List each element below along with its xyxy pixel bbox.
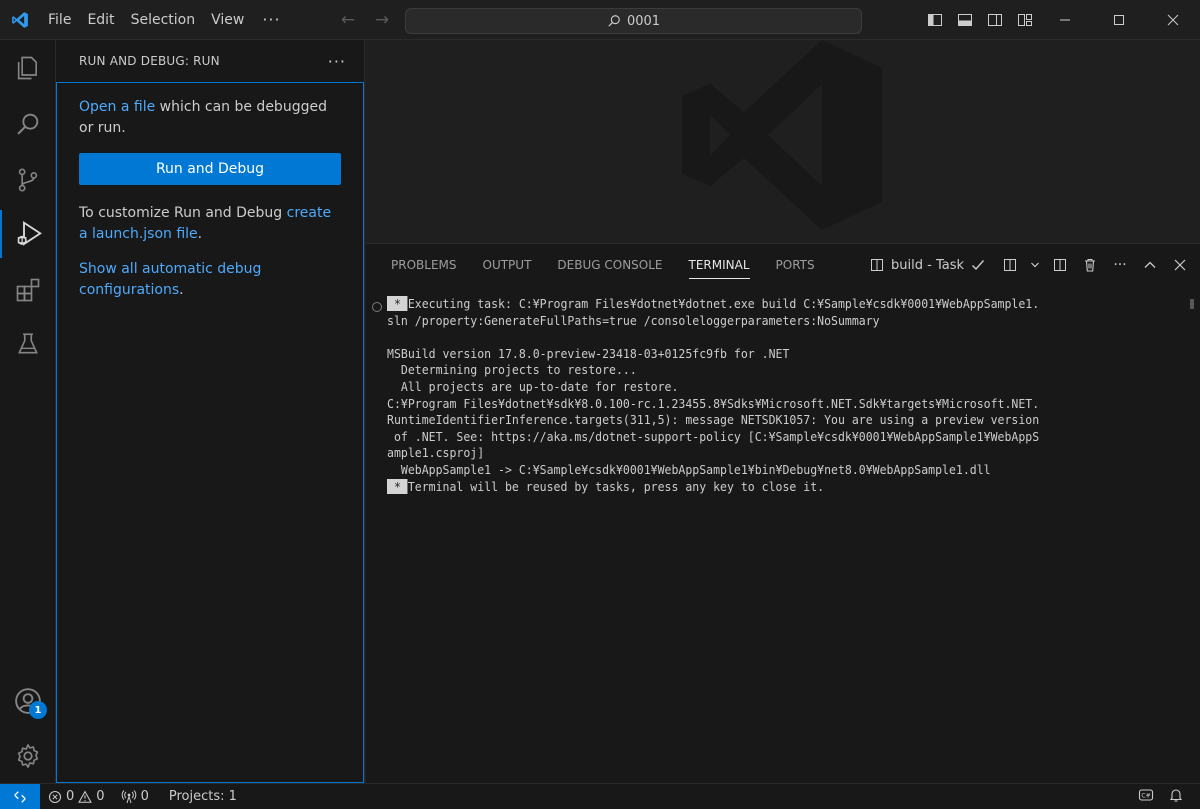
toggle-primary-sidebar-icon[interactable] xyxy=(925,10,945,30)
layout-controls xyxy=(925,0,1035,40)
terminal-line: C:¥Program Files¥dotnet¥sdk¥8.0.100-rc.1… xyxy=(387,395,1040,411)
sidebar-more-icon[interactable]: ··· xyxy=(328,52,346,71)
close-panel-icon[interactable] xyxy=(1170,255,1190,275)
tab-terminal[interactable]: TERMINAL xyxy=(676,244,763,286)
extensions-icon[interactable] xyxy=(0,266,56,314)
show-configs-end: . xyxy=(179,282,184,298)
arrow-right-icon[interactable]: → xyxy=(372,10,392,30)
projects-indicator[interactable]: Projects: 1 xyxy=(161,789,245,804)
vscode-watermark-logo xyxy=(682,40,882,230)
broadcast-icon xyxy=(121,789,136,803)
terminal-line: RuntimeIdentifierInference.targets(311,5… xyxy=(387,412,1040,428)
toggle-secondary-sidebar-icon[interactable] xyxy=(985,10,1005,30)
customize-text-start: To customize Run and Debug xyxy=(79,205,287,221)
vscode-logo xyxy=(0,0,40,40)
maximize-icon[interactable] xyxy=(1092,0,1146,40)
close-icon[interactable] xyxy=(1146,0,1200,40)
terminal-line: * Terminal will be reused by tasks, pres… xyxy=(387,478,825,494)
show-automatic-debug-configurations-link[interactable]: Show all automatic debug configurations xyxy=(79,261,261,298)
manage-gear-icon[interactable] xyxy=(0,732,56,780)
tab-debug-console[interactable]: DEBUG CONSOLE xyxy=(544,244,675,286)
toggle-panel-icon[interactable] xyxy=(955,10,975,30)
terminal-line: WebAppSample1 -> C:¥Sample¥csdk¥0001¥Web… xyxy=(387,461,991,477)
menu-selection[interactable]: Selection xyxy=(123,0,204,40)
terminal-line: * Executing task: C:¥Program Files¥dotne… xyxy=(387,296,1040,311)
menu-bar: File Edit Selection View ··· xyxy=(40,0,291,40)
terminal-name: build - Task xyxy=(891,257,964,273)
minimize-icon[interactable] xyxy=(1038,0,1092,40)
sidebar-title: RUN AND DEBUG: RUN xyxy=(79,54,220,68)
customize-layout-icon[interactable] xyxy=(1015,10,1035,30)
search-text: 0001 xyxy=(626,13,661,29)
activity-bar: 1 xyxy=(0,40,56,783)
warning-count: 0 xyxy=(96,789,105,804)
ports-indicator[interactable]: 0 xyxy=(113,789,157,804)
bottom-panel: PROBLEMS OUTPUT DEBUG CONSOLE TERMINAL P… xyxy=(366,243,1200,783)
window-controls xyxy=(1038,0,1200,40)
split-editor-icon[interactable] xyxy=(1050,255,1070,275)
tab-ports[interactable]: PORTS xyxy=(763,244,828,286)
sidebar-header: RUN AND DEBUG: RUN ··· xyxy=(56,40,364,82)
tab-output[interactable]: OUTPUT xyxy=(470,244,545,286)
ports-count: 0 xyxy=(140,789,149,804)
run-and-debug-icon[interactable] xyxy=(0,210,56,258)
tab-problems[interactable]: PROBLEMS xyxy=(378,244,470,286)
terminal-line: All projects are up-to-date for restore. xyxy=(387,378,679,394)
source-control-icon[interactable] xyxy=(0,156,56,204)
panel-tabs: PROBLEMS OUTPUT DEBUG CONSOLE TERMINAL P… xyxy=(378,244,828,286)
accounts-icon[interactable] xyxy=(0,677,56,725)
terminal-line: of .NET. See: https://aka.ms/dotnet-supp… xyxy=(387,428,1040,444)
search-icon xyxy=(608,15,620,27)
trash-icon[interactable] xyxy=(1080,255,1100,275)
accounts-badge: 1 xyxy=(29,701,47,719)
split-terminal-icon[interactable] xyxy=(1000,255,1020,275)
terminal-line: ample1.csproj] xyxy=(387,445,485,461)
menu-view[interactable]: View xyxy=(203,0,252,40)
explorer-icon[interactable] xyxy=(0,44,56,92)
terminal-selector[interactable]: build - Task xyxy=(869,257,986,273)
menu-file[interactable]: File xyxy=(40,0,79,40)
panel-actions: build - Task ··· xyxy=(869,244,1190,286)
navigation-arrows: ← → xyxy=(338,0,392,40)
editor-area xyxy=(366,40,1200,243)
remote-indicator-icon[interactable] xyxy=(0,783,40,809)
error-icon xyxy=(48,790,62,803)
terminal-task-marker: * xyxy=(387,296,408,311)
terminal-line: sln /property:GenerateFullPaths=true /co… xyxy=(387,312,880,328)
search-icon[interactable] xyxy=(0,100,56,148)
menu-more-icon[interactable]: ··· xyxy=(252,0,290,40)
notifications-bell-icon[interactable] xyxy=(1168,787,1184,807)
title-bar: File Edit Selection View ··· ← → 0001 xyxy=(0,0,1200,40)
sidebar-run-and-debug: RUN AND DEBUG: RUN ··· Open a file which… xyxy=(56,40,365,783)
terminal-line: MSBuild version 17.8.0-preview-23418-03+… xyxy=(387,345,790,361)
run-and-debug-button[interactable]: Run and Debug xyxy=(79,153,341,185)
csharp-icon[interactable]: C# xyxy=(1138,787,1154,807)
terminal-scrollbar[interactable] xyxy=(1190,299,1194,309)
terminal-output[interactable]: * Executing task: C:¥Program Files¥dotne… xyxy=(366,296,1186,776)
more-actions-icon[interactable]: ··· xyxy=(1110,255,1130,275)
svg-text:C#: C# xyxy=(1141,793,1150,800)
testing-icon[interactable] xyxy=(0,320,56,368)
open-file-text: Open a file which can be debugged or run… xyxy=(79,97,341,139)
terminal-split-view-icon xyxy=(871,259,884,271)
command-center-search[interactable]: 0001 xyxy=(405,8,862,34)
maximize-panel-icon[interactable] xyxy=(1140,255,1160,275)
terminal-task-marker: * xyxy=(387,478,408,494)
arrow-left-icon[interactable]: ← xyxy=(338,10,358,30)
terminal-line: Determining projects to restore... xyxy=(387,362,637,378)
menu-edit[interactable]: Edit xyxy=(79,0,122,40)
show-configs-text: Show all automatic debug configurations. xyxy=(79,259,341,301)
status-bar-right: C# xyxy=(1138,784,1200,809)
open-file-link[interactable]: Open a file xyxy=(79,99,155,115)
warning-icon xyxy=(78,789,93,803)
problems-indicator[interactable]: 0 0 xyxy=(40,789,113,804)
sidebar-welcome-view: Open a file which can be debugged or run… xyxy=(56,82,364,783)
customize-text: To customize Run and Debug create a laun… xyxy=(79,203,341,245)
error-count: 0 xyxy=(66,789,75,804)
status-bar: 0 0 0 Projects: 1 C# xyxy=(0,783,1200,809)
customize-text-end: . xyxy=(197,226,203,242)
check-icon xyxy=(972,260,985,271)
chevron-down-icon[interactable] xyxy=(1030,255,1040,275)
